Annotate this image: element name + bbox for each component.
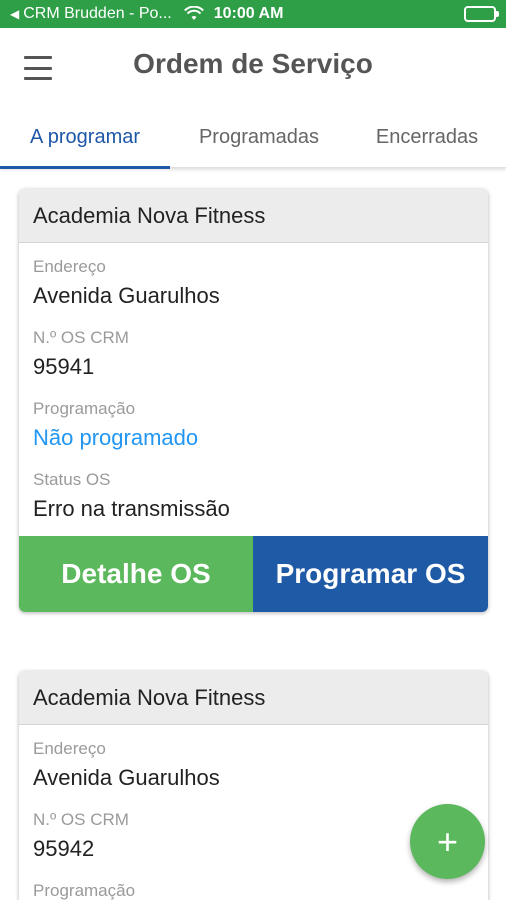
os-number-label: N.º OS CRM <box>33 328 129 347</box>
os-number-value: 95941 <box>33 354 95 379</box>
program-os-button[interactable]: Programar OS <box>253 536 488 612</box>
card-title: Academia Nova Fitness <box>19 671 488 725</box>
app-bar: Ordem de Serviço <box>0 28 506 106</box>
carrier-label: CRM Brudden - Po... <box>23 5 172 22</box>
page-title: Ordem de Serviço <box>133 48 373 79</box>
tab-programadas[interactable]: Programadas <box>170 106 348 168</box>
address-value: Avenida Guarulhos <box>33 765 220 790</box>
tab-bar: A programar Programadas Encerradas <box>0 106 506 169</box>
wifi-icon <box>183 6 204 22</box>
os-number-value: 95942 <box>33 836 95 861</box>
status-value: Erro na transmissão <box>33 496 230 521</box>
detail-os-button[interactable]: Detalhe OS <box>19 536 253 612</box>
schedule-value-link[interactable]: Não programado <box>33 421 474 455</box>
back-arrow-icon[interactable]: ◀ <box>10 7 19 21</box>
address-label: Endereço <box>33 739 106 758</box>
schedule-label: Programação <box>33 399 136 418</box>
address-label: Endereço <box>33 257 106 276</box>
tab-a-programar[interactable]: A programar <box>0 106 170 169</box>
card-title: Academia Nova Fitness <box>19 189 488 243</box>
status-label: Status OS <box>33 470 111 489</box>
os-number-label: N.º OS CRM <box>33 810 129 829</box>
plus-icon: + <box>436 820 459 862</box>
card-body: Endereço Avenida Guarulhos N.º OS CRM 95… <box>19 243 488 536</box>
status-bar: ◀ CRM Brudden - Po... 10:00 AM <box>0 0 506 28</box>
status-time: 10:00 AM <box>213 5 284 22</box>
tab-encerradas[interactable]: Encerradas <box>348 106 506 168</box>
card-body: Endereço Avenida Guarulhos N.º OS CRM 95… <box>19 725 488 900</box>
battery-icon <box>464 6 499 22</box>
schedule-label: Programação <box>33 881 136 900</box>
address-value: Avenida Guarulhos <box>33 283 220 308</box>
add-fab-button[interactable]: + <box>410 804 485 879</box>
service-order-card: Academia Nova Fitness Endereço Avenida G… <box>19 189 488 612</box>
card-actions: Detalhe OS Programar OS <box>19 536 488 612</box>
service-order-card: Academia Nova Fitness Endereço Avenida G… <box>19 671 488 900</box>
